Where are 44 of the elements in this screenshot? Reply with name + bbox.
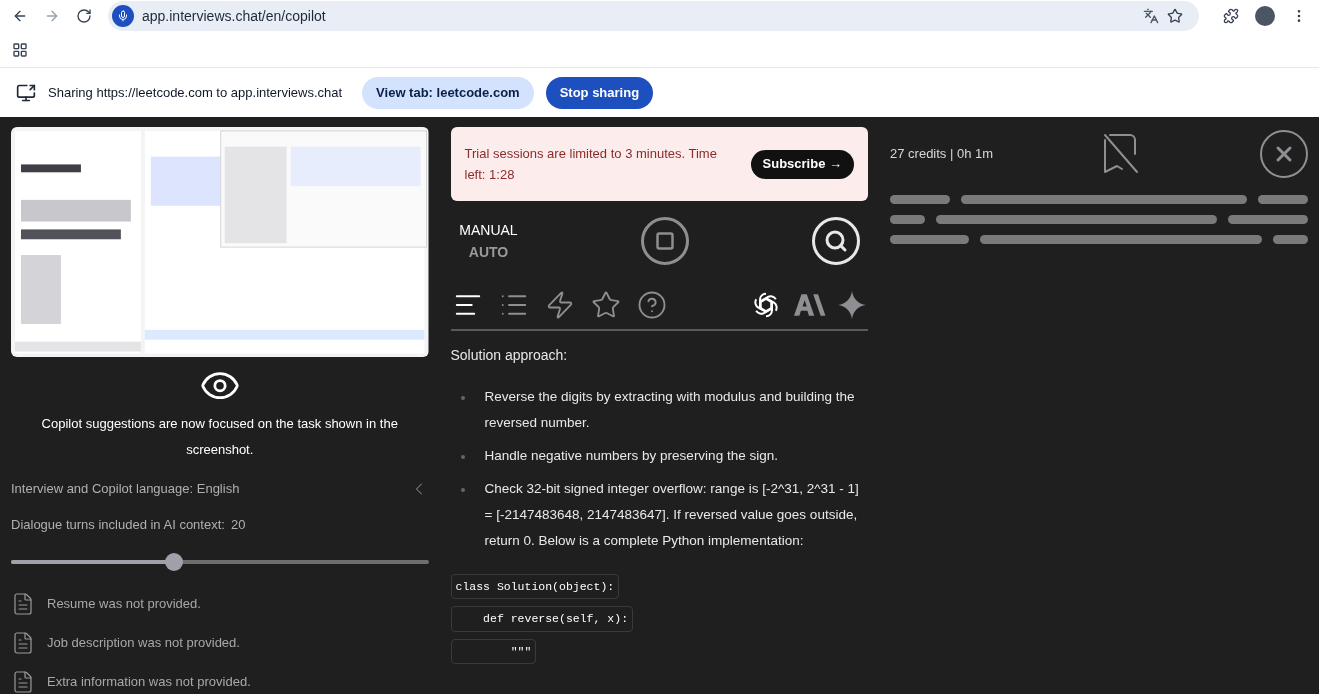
apps-icon[interactable] <box>12 41 28 58</box>
slider-thumb[interactable] <box>164 553 183 572</box>
document-icon <box>11 631 35 655</box>
microphone-icon[interactable] <box>112 5 134 27</box>
profile-avatar[interactable] <box>1255 6 1275 26</box>
stop-icon <box>655 231 676 251</box>
help-icon <box>636 290 667 320</box>
sparkle-icon <box>838 291 866 319</box>
search-icon <box>824 229 848 253</box>
stop-button[interactable] <box>641 217 690 265</box>
reload-icon[interactable] <box>76 8 92 24</box>
document-status: Extra information was not provided. <box>47 673 251 692</box>
screen-share-icon <box>16 82 36 103</box>
document-status: Resume was not provided. <box>47 595 201 614</box>
language-label: Interview and Copilot language: English <box>11 480 240 499</box>
document-icon <box>11 592 35 616</box>
answer-bullet: Reverse the digits by extracting with modulus and building the reversed number. <box>484 388 856 432</box>
answer-heading: Solution approach: <box>450 346 569 365</box>
answer-bullet: Check 32-bit signed integer overflow: range is [-2^31, 2^31 - 1] = [-2147483648, 2147483647]. If reversed value goes outside, return 0. Below is a complete Python implementation: <box>484 480 860 550</box>
close-button[interactable] <box>1260 130 1308 178</box>
back-icon[interactable] <box>12 8 28 24</box>
star-icon <box>590 290 621 320</box>
bookmark-star-icon[interactable] <box>1167 8 1183 24</box>
stop-sharing-button[interactable]: Stop sharing <box>545 76 654 109</box>
subscribe-button[interactable]: Subscribe → <box>750 149 854 179</box>
context-value: 20 <box>230 515 246 534</box>
url-text: app.interviews.chat/en/copilot <box>142 7 326 26</box>
context-label: Dialogue turns included in AI context: <box>11 515 225 534</box>
sharing-message: Sharing https://leetcode.com to app.interviews.chat <box>48 83 343 102</box>
answer-bullet: Handle negative numbers by preserving the sign. <box>484 447 778 465</box>
document-icon <box>11 670 35 694</box>
trial-message: Trial sessions are limited to 3 minutes. Time left: 1:28 <box>464 145 718 184</box>
document-status: Job description was not provided. <box>47 634 240 653</box>
credits-text: 27 credits | 0h 1m <box>890 145 995 164</box>
slider[interactable] <box>11 553 429 571</box>
mode-option[interactable]: MANUAL <box>459 219 518 241</box>
logo-icon <box>794 293 826 317</box>
mode-option[interactable]: AUTO <box>468 241 509 263</box>
view-tab-button[interactable]: View tab: leetcode.com <box>362 76 534 109</box>
focus-message: Copilot suggestions are now focused on the task shown in the screenshot. <box>40 414 399 459</box>
translate-icon[interactable] <box>1143 8 1159 24</box>
address-bar[interactable]: app.interviews.chat/en/copilot <box>108 1 1199 31</box>
search-button[interactable] <box>812 217 860 265</box>
extensions-icon[interactable] <box>1223 8 1239 24</box>
